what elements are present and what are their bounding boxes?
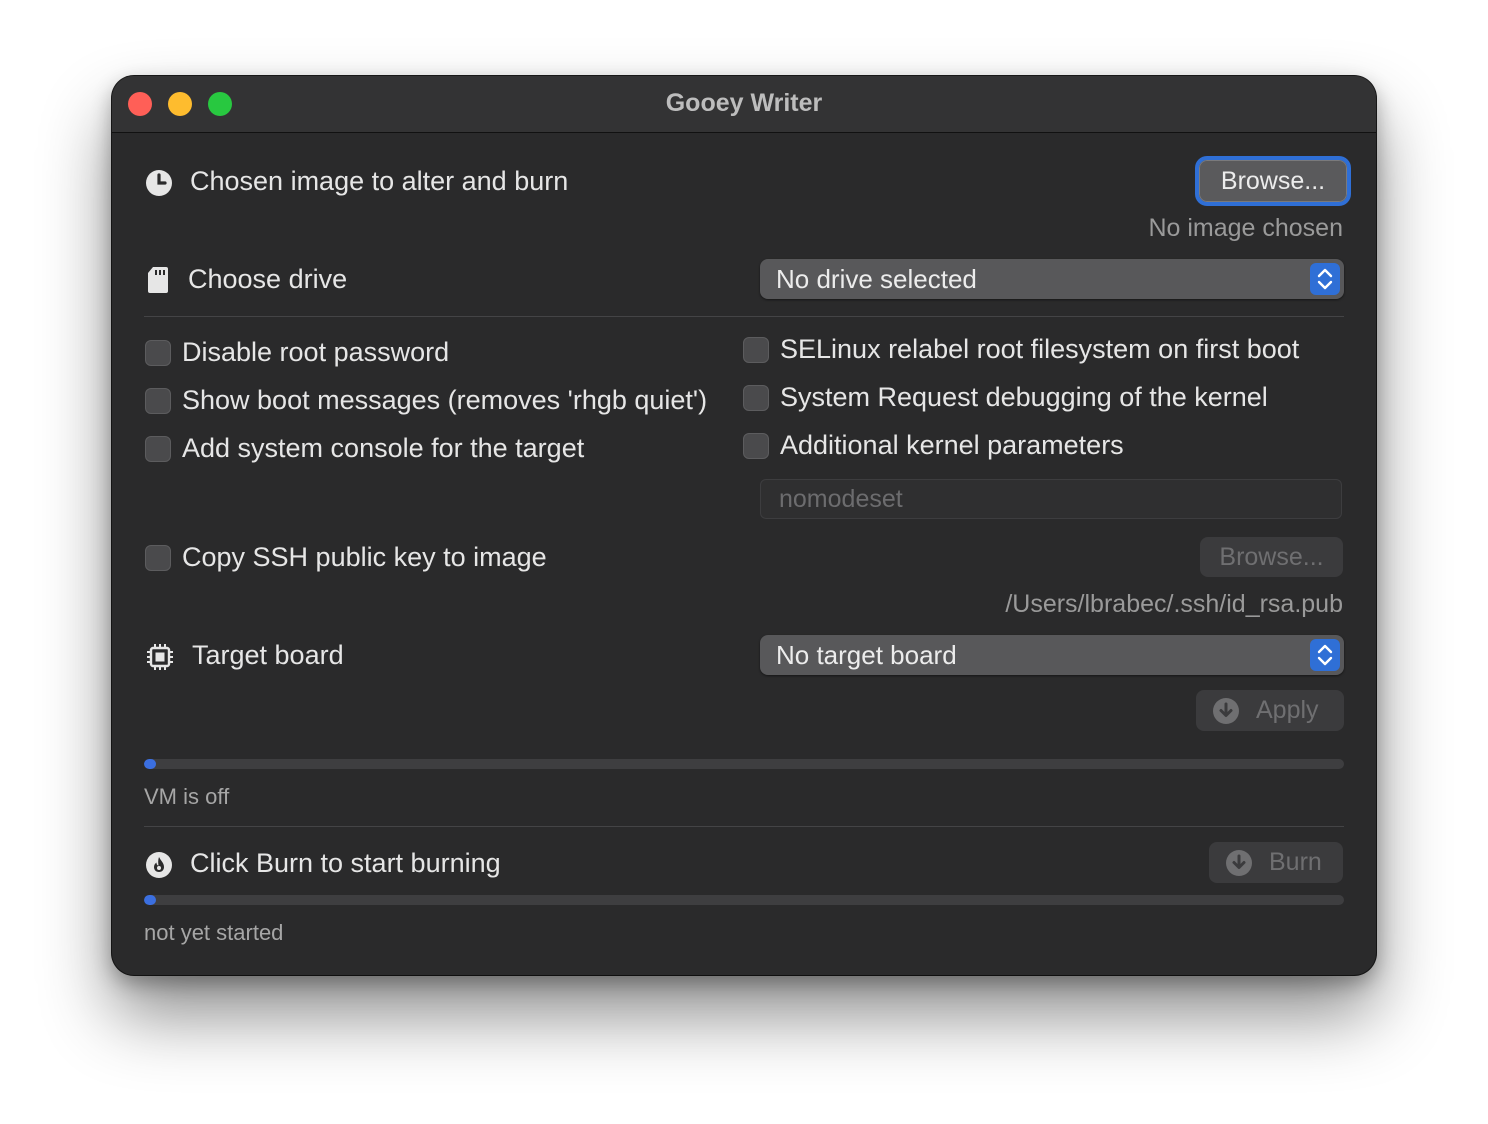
- burn-progress-fill: [144, 895, 156, 905]
- copy-ssh-key-checkbox[interactable]: [145, 545, 171, 571]
- copy-ssh-key-label: Copy SSH public key to image: [182, 542, 547, 572]
- title-bar: Gooey Writer: [112, 76, 1376, 133]
- app-window: Gooey Writer Chosen image to alter and b…: [112, 76, 1376, 975]
- section-divider: [144, 316, 1344, 317]
- burn-section-label: Click Burn to start burning: [190, 848, 501, 878]
- add-system-console-label: Add system console for the target: [182, 433, 585, 463]
- selinux-relabel-checkbox[interactable]: [743, 337, 769, 363]
- burn-progress-bar: [144, 895, 1344, 905]
- chevron-up-down-icon: [1310, 263, 1340, 295]
- ssh-browse-button[interactable]: Browse...: [1200, 537, 1343, 577]
- ssh-key-path: /Users/lbrabec/.ssh/id_rsa.pub: [1005, 590, 1343, 618]
- download-circle-icon: [1226, 849, 1252, 876]
- target-board-select-value: No target board: [776, 639, 957, 670]
- drive-select[interactable]: No drive selected: [760, 259, 1344, 299]
- add-system-console-checkbox[interactable]: [145, 436, 171, 462]
- disable-root-password-label: Disable root password: [182, 337, 450, 367]
- additional-kernel-params-checkbox[interactable]: [743, 433, 769, 459]
- burn-button[interactable]: Burn: [1209, 842, 1343, 883]
- window-title: Gooey Writer: [665, 89, 823, 117]
- kernel-params-input[interactable]: nomodeset: [760, 479, 1342, 519]
- show-boot-messages-label: Show boot messages (removes 'rhgb quiet'…: [182, 385, 708, 415]
- sd-card-icon: [148, 267, 168, 293]
- chevron-up-down-icon: [1310, 639, 1340, 671]
- flame-icon: [146, 852, 172, 878]
- additional-kernel-params-label: Additional kernel parameters: [780, 430, 1124, 460]
- image-section-label: Chosen image to alter and burn: [190, 166, 569, 196]
- image-status: No image chosen: [1148, 214, 1343, 242]
- chip-icon: [147, 644, 173, 670]
- vm-progress-fill: [144, 759, 156, 769]
- burn-button-label: Burn: [1269, 848, 1322, 876]
- download-circle-icon: [1213, 697, 1239, 724]
- show-boot-messages-checkbox[interactable]: [145, 388, 171, 414]
- image-browse-button[interactable]: Browse...: [1195, 156, 1351, 206]
- target-board-label: Target board: [192, 640, 344, 670]
- disable-root-password-checkbox[interactable]: [145, 340, 171, 366]
- drive-section-label: Choose drive: [188, 264, 348, 294]
- clock-file-icon: [146, 170, 172, 196]
- apply-button[interactable]: Apply: [1196, 690, 1344, 731]
- sysrq-debugging-checkbox[interactable]: [743, 385, 769, 411]
- burn-status: not yet started: [144, 920, 284, 945]
- sysrq-debugging-label: System Request debugging of the kernel: [780, 382, 1268, 412]
- selinux-relabel-label: SELinux relabel root filesystem on first…: [780, 334, 1300, 364]
- vm-progress-bar: [144, 759, 1344, 769]
- section-divider: [144, 826, 1344, 827]
- vm-status: VM is off: [144, 784, 230, 809]
- drive-select-value: No drive selected: [776, 263, 977, 294]
- apply-button-label: Apply: [1256, 696, 1319, 724]
- target-board-select[interactable]: No target board: [760, 635, 1344, 675]
